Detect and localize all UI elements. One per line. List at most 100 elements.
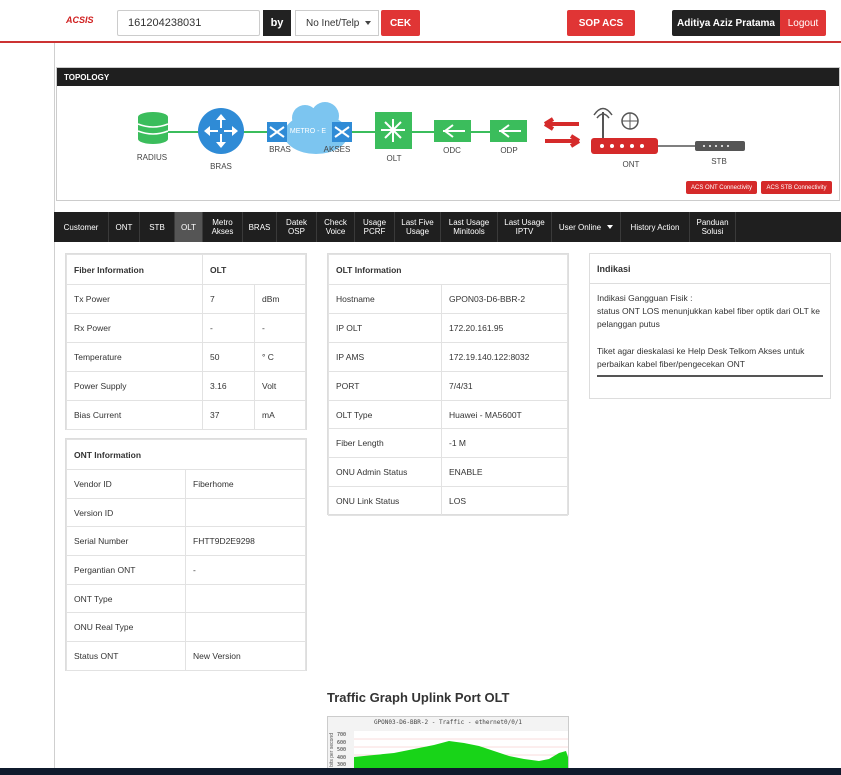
ont-label: ONT bbox=[622, 160, 640, 169]
stb-icon bbox=[695, 141, 745, 151]
olt-row-value: -1 M bbox=[441, 428, 568, 458]
olt-row-label: IP OLT bbox=[328, 313, 442, 343]
olt-info-title: OLT Information bbox=[328, 254, 568, 285]
bras-label: BRAS bbox=[210, 162, 232, 171]
olt-row-label: ONU Link Status bbox=[328, 486, 442, 516]
metro-label: METRO - E bbox=[289, 128, 327, 135]
ont-row-value: - bbox=[185, 555, 306, 585]
ont-row-value bbox=[185, 498, 306, 527]
olt-row-label: PORT bbox=[328, 371, 442, 401]
traffic-y-tick: 600 bbox=[337, 739, 347, 746]
logout-button[interactable]: Logout bbox=[780, 10, 826, 36]
ont-row-value: FHTT9D2E9298 bbox=[185, 526, 306, 556]
fiber-row-label: Temperature bbox=[66, 342, 203, 372]
tab-check-voice[interactable]: Check Voice bbox=[317, 212, 355, 242]
fiber-row-unit: - bbox=[254, 313, 306, 343]
fiber-row-label: Rx Power bbox=[66, 313, 203, 343]
ont-router-icon bbox=[591, 107, 658, 154]
search-type-select[interactable]: No Inet/Telp bbox=[295, 10, 379, 36]
bottom-bar bbox=[0, 768, 841, 775]
fiber-row-unit: ° C bbox=[254, 342, 306, 372]
acs-stb-connectivity-button[interactable]: ACS STB Connectivity bbox=[761, 181, 832, 194]
traffic-graph-caption: GPON03-D6-BBR-2 - Traffic - ethernet0/0/… bbox=[373, 719, 523, 726]
indikasi-divider bbox=[597, 375, 823, 377]
olt-row-value: 172.20.161.95 bbox=[441, 313, 568, 343]
traffic-y-tick: 400 bbox=[337, 754, 347, 761]
fiber-olt-column-header: OLT bbox=[202, 254, 306, 285]
tab-usage-pcrf[interactable]: Usage PCRF bbox=[355, 212, 395, 242]
ont-info-title: ONT Information bbox=[66, 439, 306, 470]
olt-row-value: LOS bbox=[441, 486, 568, 516]
radius-label: RADIUS bbox=[136, 153, 168, 162]
topology-panel: TOPOLOGY RADIUS BRAS BRAS METRO - E AKSE… bbox=[56, 67, 840, 201]
user-name: Aditiya Aziz Pratama bbox=[672, 10, 780, 36]
olt-row-value: GPON03-D6-BBR-2 bbox=[441, 284, 568, 314]
tab-last-usage-minitools[interactable]: Last Usage Minitools bbox=[441, 212, 498, 242]
ont-row-value: Fiberhome bbox=[185, 469, 306, 499]
ont-row-value bbox=[185, 584, 306, 613]
tab-bras[interactable]: BRAS bbox=[243, 212, 277, 242]
page-divider bbox=[54, 43, 55, 775]
tab-olt[interactable]: OLT bbox=[175, 212, 203, 242]
search-type-value: No Inet/Telp bbox=[306, 17, 360, 29]
olt-row-value: ENABLE bbox=[441, 457, 568, 487]
sop-acs-button[interactable]: SOP ACS bbox=[567, 10, 635, 36]
tab-panduan-solusi[interactable]: Panduan Solusi bbox=[690, 212, 736, 242]
fiber-row-value: 37 bbox=[202, 400, 255, 430]
tab-datek-osp[interactable]: Datek OSP bbox=[277, 212, 317, 242]
tab-history-action[interactable]: History Action bbox=[621, 212, 690, 242]
olt-row-label: ONU Admin Status bbox=[328, 457, 442, 487]
app-logo[interactable]: ACSIS bbox=[66, 15, 94, 25]
tab-ont[interactable]: ONT bbox=[109, 212, 140, 242]
traffic-graph-title: Traffic Graph Uplink Port OLT bbox=[327, 690, 510, 705]
indikasi-panel: Indikasi Indikasi Gangguan Fisik : statu… bbox=[589, 253, 831, 399]
ont-info-table: ONT Information Vendor ID Fiberhome Versi… bbox=[66, 439, 306, 671]
cek-button[interactable]: CEK bbox=[381, 10, 420, 36]
connection-arrows-icon bbox=[543, 117, 581, 148]
olt-row-label: Fiber Length bbox=[328, 428, 442, 458]
fiber-row-value: 7 bbox=[202, 284, 255, 314]
bras-router-icon bbox=[198, 108, 244, 154]
search-input[interactable] bbox=[117, 10, 260, 36]
odp-label: ODP bbox=[500, 146, 518, 155]
ont-row-label: Vendor ID bbox=[66, 469, 186, 499]
fiber-row-value: 50 bbox=[202, 342, 255, 372]
tab-stb[interactable]: STB bbox=[140, 212, 175, 242]
odc-label: ODC bbox=[443, 146, 461, 155]
indikasi-title: Indikasi bbox=[590, 254, 830, 284]
olt-icon bbox=[375, 112, 412, 149]
fiber-info-table: Fiber Information OLT Tx Power 7 dBm Rx … bbox=[66, 254, 306, 430]
olt-info-panel: OLT Information Hostname GPON03-D6-BBR-2 … bbox=[327, 253, 569, 516]
odp-icon bbox=[490, 120, 527, 142]
caret-down-icon bbox=[365, 21, 372, 25]
ont-row-value bbox=[185, 612, 306, 642]
ont-row-label: ONU Real Type bbox=[66, 612, 186, 642]
traffic-graph-image: GPON03-D6-BBR-2 - Traffic - ethernet0/0/… bbox=[327, 716, 569, 775]
traffic-y-axis-label: bits per second bbox=[329, 733, 335, 767]
ont-row-label: Serial Number bbox=[66, 526, 186, 556]
fiber-row-unit: mA bbox=[254, 400, 306, 430]
tab-user-online[interactable]: User Online bbox=[552, 212, 621, 242]
odc-icon bbox=[434, 120, 471, 142]
ont-row-value: New Version bbox=[185, 641, 306, 671]
olt-info-table: OLT Information Hostname GPON03-D6-BBR-2 … bbox=[328, 254, 568, 516]
bras-switch-label: BRAS bbox=[269, 145, 291, 154]
fiber-row-value: - bbox=[202, 313, 255, 343]
tab-metro-akses[interactable]: Metro Akses bbox=[203, 212, 243, 242]
tab-last-five-usage[interactable]: Last Five Usage bbox=[395, 212, 441, 242]
akses-label: AKSES bbox=[323, 145, 351, 154]
acs-ont-connectivity-button[interactable]: ACS ONT Connectivity bbox=[686, 181, 757, 194]
tab-customer[interactable]: Customer bbox=[54, 212, 109, 242]
ont-row-label: Version ID bbox=[66, 498, 186, 527]
radius-icon bbox=[137, 112, 169, 144]
indikasi-body: Indikasi Gangguan Fisik : status ONT LOS… bbox=[597, 292, 825, 377]
caret-down-icon bbox=[607, 225, 614, 229]
tab-user-online-label: User Online bbox=[558, 222, 602, 232]
topology-title: TOPOLOGY bbox=[57, 68, 839, 86]
traffic-y-tick: 700 bbox=[337, 732, 347, 738]
nav-tabs: Customer ONT STB OLT Metro Akses BRAS Da… bbox=[54, 212, 841, 242]
tab-last-usage-iptv[interactable]: Last Usage IPTV bbox=[498, 212, 552, 242]
fiber-info-panel: Fiber Information OLT Tx Power 7 dBm Rx … bbox=[65, 253, 307, 430]
akses-switch-icon bbox=[332, 122, 352, 142]
by-label: by bbox=[263, 10, 291, 36]
